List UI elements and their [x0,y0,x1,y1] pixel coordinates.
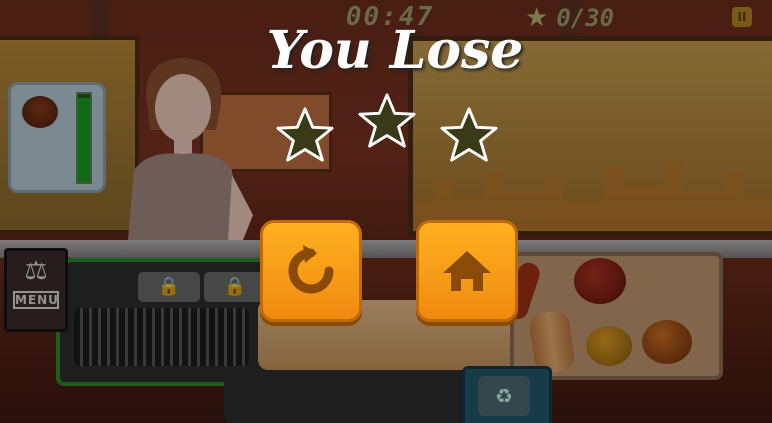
home-button[interactable] [416,220,518,322]
result-title: You Lose [266,20,524,81]
result-star-1 [276,107,334,162]
restart-icon [288,245,334,294]
pause-button[interactable]: II [732,7,752,27]
home-icon [443,251,491,291]
result-star-3 [440,107,498,162]
retry-button[interactable] [260,220,362,322]
result-star-2 [358,93,416,148]
game-scene: 🔒 🔒 ♻ ⚖ MENU 00:47 ★ 0/30 II You Lose [0,0,772,423]
star-count-text: 0/30 [556,4,615,32]
